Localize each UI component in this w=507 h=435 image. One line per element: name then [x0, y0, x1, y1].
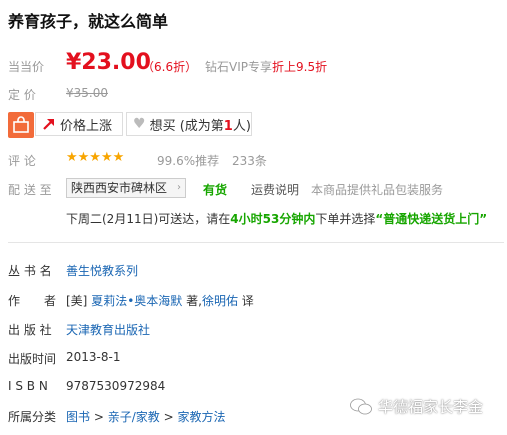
review-label: 评 论	[8, 154, 36, 168]
region-select[interactable]: 陕西西安市碑林区 ›	[66, 178, 186, 198]
heart-icon: ♥	[133, 116, 146, 132]
shopping-bag-button[interactable]	[8, 112, 34, 138]
delivery-estimate: 下周二(2月11日)可送达，请在4小时53分钟内下单并选择“普通快递送货上门”	[66, 212, 488, 226]
delivery-label: 配 送 至	[8, 183, 52, 197]
author-role: 著,	[186, 294, 202, 308]
publisher-link[interactable]: 天津教育出版社	[66, 321, 150, 338]
translator-link[interactable]: 徐明佑	[202, 294, 238, 308]
review-count-link[interactable]: 233条	[232, 152, 267, 169]
shipping-info-link[interactable]: 运费说明	[251, 181, 299, 198]
translator-role: 译	[241, 294, 254, 308]
price-label: 当当价	[8, 60, 45, 74]
star-rating: ★★★★★	[66, 150, 125, 165]
arrow-up-right-icon	[43, 119, 54, 130]
isbn-value: 9787530972984	[66, 379, 166, 393]
vip-offer-highlight: 折上9.5折	[272, 60, 328, 74]
list-price: ¥35.00	[66, 86, 108, 100]
price-alert-button[interactable]: 价格上涨	[35, 112, 123, 136]
author-label: 作 者	[8, 294, 57, 308]
stock-status: 有货	[203, 183, 228, 197]
vip-offer-prefix: 钻石VIP专享	[205, 60, 272, 74]
want-to-buy-button[interactable]: ♥ 想买 (成为第1人)	[126, 112, 252, 136]
category-link-method[interactable]: 家教方法	[178, 410, 226, 424]
author-nationality: [美]	[66, 294, 88, 308]
wechat-icon	[350, 398, 372, 414]
isbn-label: I S B N	[8, 379, 48, 393]
series-label: 丛 书 名	[8, 264, 52, 278]
vip-offer: 钻石VIP专享折上9.5折	[205, 58, 327, 75]
gift-wrap-note: 本商品提供礼品包装服务	[311, 183, 444, 197]
category-breadcrumb: 图书 > 亲子/家教 > 家教方法	[66, 410, 226, 424]
region-value: 陕西西安市碑林区	[71, 181, 168, 195]
author-line: [美] 夏莉法•奥本海默 著,徐明佑 译	[66, 292, 254, 309]
divider	[8, 242, 504, 243]
shopping-bag-icon	[13, 116, 29, 133]
watermark-text: 华德福家长李金	[378, 398, 484, 416]
product-title: 养育孩子，就这么简单	[8, 12, 169, 31]
recommend-rate: 99.6%推荐	[157, 154, 220, 168]
category-link-books[interactable]: 图书	[66, 410, 90, 424]
current-price: ¥23.00	[66, 50, 151, 75]
author-link[interactable]: 夏莉法•奥本海默	[91, 294, 182, 308]
watermark: 华德福家长李金	[350, 396, 483, 417]
publisher-label: 出 版 社	[8, 323, 52, 337]
pubdate-label: 出版时间	[8, 352, 57, 366]
price-alert-label: 价格上涨	[60, 118, 113, 134]
category-label: 所属分类	[8, 410, 57, 424]
want-to-buy-label: 想买 (成为第1人)	[149, 118, 251, 134]
chevron-right-icon: ›	[177, 182, 181, 193]
list-price-label: 定 价	[8, 88, 36, 102]
category-link-parenting[interactable]: 亲子/家教	[108, 410, 160, 424]
series-link[interactable]: 善生悦教系列	[66, 262, 138, 279]
discount-rate: （6.6折）	[142, 60, 198, 74]
pubdate-value: 2013-8-1	[66, 350, 121, 364]
